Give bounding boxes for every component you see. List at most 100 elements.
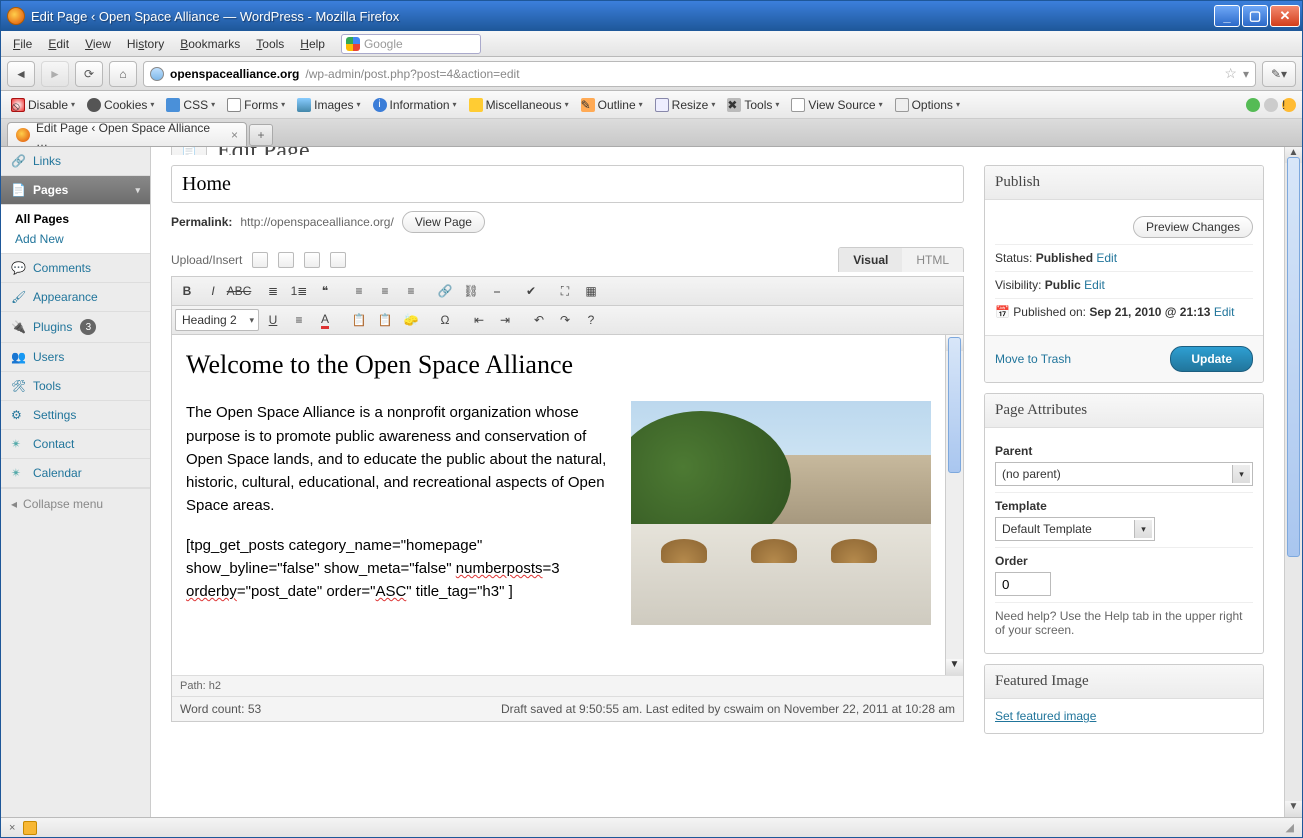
- menu-view[interactable]: View: [79, 34, 117, 54]
- edit-date-link[interactable]: Edit: [1214, 305, 1235, 319]
- browser-scroll-down-icon[interactable]: ▼: [1285, 801, 1302, 817]
- paste-word-button[interactable]: 📋: [373, 309, 397, 331]
- sidebar-sub-all-pages[interactable]: All Pages: [15, 209, 150, 229]
- sidebar-item-comments[interactable]: 💬Comments: [1, 254, 150, 283]
- menu-file[interactable]: File: [7, 34, 38, 54]
- sidebar-item-settings[interactable]: ⚙Settings: [1, 401, 150, 430]
- undo-button[interactable]: ↶: [527, 309, 551, 331]
- url-field[interactable]: openspacealliance.org/wp-admin/post.php?…: [143, 61, 1256, 87]
- add-video-icon[interactable]: [278, 252, 294, 268]
- redo-button[interactable]: ↷: [553, 309, 577, 331]
- kitchensink-button[interactable]: ▦: [579, 280, 603, 302]
- menu-help[interactable]: Help: [294, 34, 331, 54]
- justify-button[interactable]: ≡: [287, 309, 311, 331]
- add-image-icon[interactable]: [252, 252, 268, 268]
- strike-button[interactable]: ABC: [227, 280, 251, 302]
- indent-button[interactable]: ⇥: [493, 309, 517, 331]
- wdt-disable[interactable]: ⦸Disable▾: [7, 96, 79, 114]
- new-tab-button[interactable]: +: [249, 124, 273, 146]
- sidebar-item-appearance[interactable]: 🖌Appearance: [1, 283, 150, 312]
- colorpicker-button[interactable]: ✎▾: [1262, 61, 1296, 87]
- add-media-icon[interactable]: [330, 252, 346, 268]
- menu-tools[interactable]: Tools: [250, 34, 290, 54]
- browser-scrollbar[interactable]: ▲ ▼: [1284, 147, 1302, 817]
- underline-button[interactable]: U: [261, 309, 285, 331]
- wdt-misc[interactable]: Miscellaneous▾: [465, 96, 573, 114]
- browser-scroll-thumb[interactable]: [1287, 157, 1300, 557]
- wdt-resize[interactable]: Resize▾: [651, 96, 720, 114]
- remove-format-button[interactable]: 🧽: [399, 309, 423, 331]
- sidebar-item-pages[interactable]: 📄Pages▾: [1, 176, 150, 205]
- paste-text-button[interactable]: 📋: [347, 309, 371, 331]
- browser-tab-active[interactable]: Edit Page ‹ Open Space Alliance … ×: [7, 122, 247, 146]
- align-right-button[interactable]: ≡: [399, 280, 423, 302]
- wdt-viewsource[interactable]: View Source▾: [787, 96, 886, 114]
- post-title-input[interactable]: [171, 165, 964, 203]
- tab-close-icon[interactable]: ×: [231, 128, 238, 142]
- bold-button[interactable]: B: [175, 280, 199, 302]
- unlink-button[interactable]: ⛓: [459, 280, 483, 302]
- scroll-down-icon[interactable]: ▼: [946, 659, 963, 675]
- wdt-forms[interactable]: Forms▾: [223, 96, 289, 114]
- update-button[interactable]: Update: [1170, 346, 1253, 372]
- help-button[interactable]: ?: [579, 309, 603, 331]
- blockquote-button[interactable]: ❝: [313, 280, 337, 302]
- sidebar-item-tools[interactable]: 🛠Tools: [1, 372, 150, 401]
- window-maximize-button[interactable]: ▢: [1242, 5, 1268, 27]
- set-featured-image-link[interactable]: Set featured image: [995, 709, 1096, 723]
- fullscreen-button[interactable]: ⛶: [553, 280, 577, 302]
- window-close-button[interactable]: ✕: [1270, 5, 1300, 27]
- textcolor-button[interactable]: A: [313, 309, 337, 331]
- bookmark-star-icon[interactable]: ☆: [1224, 65, 1237, 82]
- sidebar-item-plugins[interactable]: 🔌Plugins 3: [1, 312, 150, 343]
- statusbar-addon-icon[interactable]: [23, 821, 37, 835]
- editor-tab-html[interactable]: HTML: [902, 248, 963, 272]
- site-identity-icon[interactable]: [150, 67, 164, 81]
- editor-tab-visual[interactable]: Visual: [839, 248, 902, 272]
- menu-edit[interactable]: Edit: [42, 34, 75, 54]
- wdt-options[interactable]: Options▾: [891, 96, 964, 114]
- move-to-trash-link[interactable]: Move to Trash: [995, 352, 1071, 366]
- scroll-thumb[interactable]: [948, 337, 961, 473]
- statusbar-close-icon[interactable]: ×: [9, 822, 15, 834]
- wdt-tools[interactable]: ✖Tools▾: [723, 96, 783, 114]
- more-button[interactable]: ⎯: [485, 280, 509, 302]
- view-page-button[interactable]: View Page: [402, 211, 485, 233]
- sidebar-item-calendar[interactable]: ✴Calendar: [1, 459, 150, 488]
- align-left-button[interactable]: ≡: [347, 280, 371, 302]
- edit-status-link[interactable]: Edit: [1096, 251, 1117, 265]
- template-select[interactable]: Default Template▾: [995, 517, 1155, 541]
- menu-history[interactable]: History: [121, 34, 170, 54]
- content-image[interactable]: [631, 401, 931, 625]
- wdt-cookies[interactable]: Cookies▾: [83, 96, 158, 114]
- sidebar-item-contact[interactable]: ✴Contact: [1, 430, 150, 459]
- charmap-button[interactable]: Ω: [433, 309, 457, 331]
- resize-grip-icon[interactable]: ◢: [1286, 821, 1294, 834]
- home-button[interactable]: ⌂: [109, 61, 137, 87]
- wdt-outline[interactable]: ✎Outline▾: [577, 96, 647, 114]
- ul-button[interactable]: ≣: [261, 280, 285, 302]
- sidebar-item-links[interactable]: 🔗Links: [1, 147, 150, 176]
- menu-bookmarks[interactable]: Bookmarks: [174, 34, 246, 54]
- editor-scrollbar[interactable]: ▲ ▼: [945, 335, 963, 675]
- outdent-button[interactable]: ⇤: [467, 309, 491, 331]
- sidebar-item-users[interactable]: 👥Users: [1, 343, 150, 372]
- order-input[interactable]: [995, 572, 1051, 596]
- browser-search-field[interactable]: Google: [341, 34, 481, 54]
- preview-changes-button[interactable]: Preview Changes: [1133, 216, 1253, 238]
- window-minimize-button[interactable]: _: [1214, 5, 1240, 27]
- dropdown-arrow-icon[interactable]: ▾: [1243, 67, 1249, 81]
- link-button[interactable]: 🔗: [433, 280, 457, 302]
- parent-select[interactable]: (no parent)▾: [995, 462, 1253, 486]
- add-audio-icon[interactable]: [304, 252, 320, 268]
- sidebar-sub-add-new[interactable]: Add New: [15, 229, 150, 249]
- format-select[interactable]: Heading 2: [175, 309, 259, 331]
- italic-button[interactable]: I: [201, 280, 225, 302]
- back-button[interactable]: ◄: [7, 61, 35, 87]
- ol-button[interactable]: 1≣: [287, 280, 311, 302]
- wdt-css[interactable]: CSS▾: [162, 96, 219, 114]
- reload-button[interactable]: ⟳: [75, 61, 103, 87]
- editor-body[interactable]: Welcome to the Open Space Alliance The O…: [172, 335, 945, 675]
- edit-visibility-link[interactable]: Edit: [1084, 278, 1105, 292]
- wdt-images[interactable]: Images▾: [293, 96, 364, 114]
